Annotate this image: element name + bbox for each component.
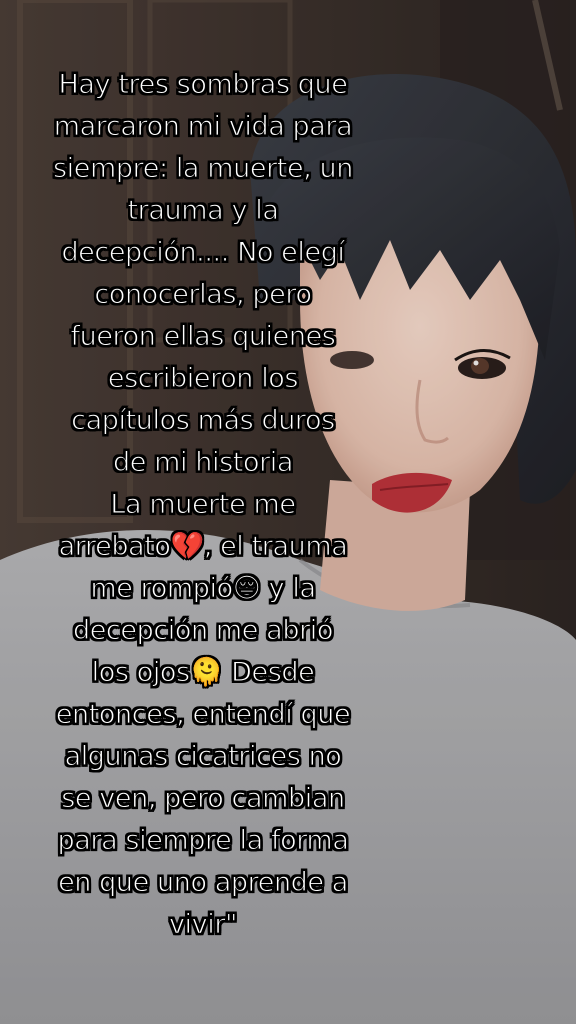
caption-line: marcaron mi vida para	[53, 111, 353, 143]
caption-line: arrebato💔, el trauma	[58, 531, 348, 563]
caption-line: algunas cicatrices no	[64, 741, 342, 773]
caption-line: trauma y la	[127, 195, 279, 227]
caption-line: capítulos más duros	[71, 405, 336, 437]
caption-line: los ojos🫠 Desde	[91, 657, 315, 689]
caption-line: Hay tres sombras que	[58, 69, 348, 101]
caption-line: conocerlas, pero	[94, 279, 313, 311]
caption-line: vivir"	[168, 909, 238, 941]
caption-line: entonces, entendí que	[55, 699, 351, 731]
caption-line: de mi historia	[112, 447, 294, 479]
caption-line: escribieron los	[107, 363, 299, 395]
caption-text: Hay tres sombras que marcaron mi vida par…	[20, 64, 386, 946]
caption-line: decepción.... No elegí	[61, 237, 346, 269]
caption-line: La muerte me	[110, 489, 297, 521]
caption-line: siempre: la muerte, un	[53, 153, 354, 185]
caption-line: en que uno aprende a	[58, 867, 349, 899]
caption-line: fueron ellas quienes	[70, 321, 336, 353]
caption-line: se ven, pero cambian	[61, 783, 346, 815]
caption-line: para siempre la forma	[57, 825, 349, 857]
caption-line: decepción me abrió	[72, 615, 333, 647]
caption-line: me rompió😔 y la	[90, 573, 317, 605]
photo-frame: Hay tres sombras que marcaron mi vida par…	[0, 0, 576, 1024]
